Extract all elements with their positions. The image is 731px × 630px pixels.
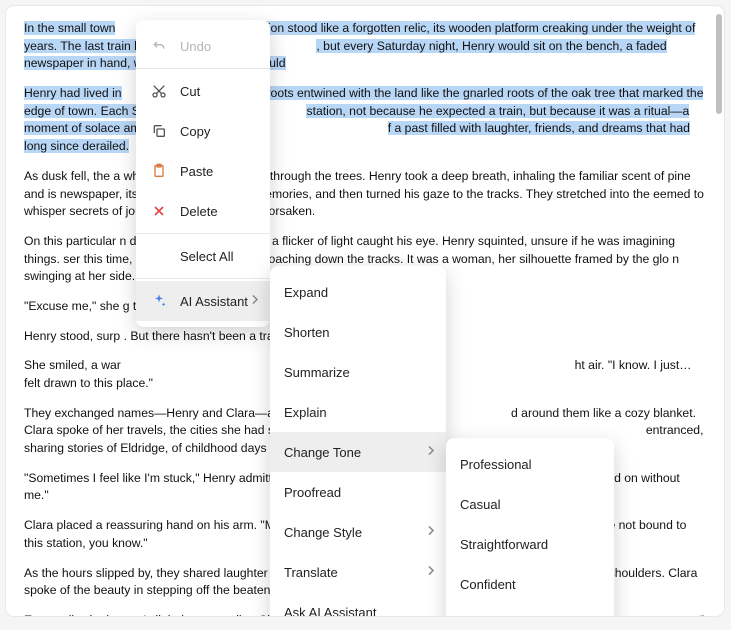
undo-item: Undo <box>136 26 270 66</box>
expand-item[interactable]: Expand <box>270 272 446 312</box>
shorten-item[interactable]: Shorten <box>270 312 446 352</box>
vertical-scrollbar[interactable] <box>716 14 722 114</box>
ai-assistant-label: AI Assistant <box>180 294 256 309</box>
copy-item[interactable]: Copy <box>136 111 270 151</box>
delete-label: Delete <box>180 204 256 219</box>
chevron-right-icon <box>426 526 436 539</box>
ai-assistant-item[interactable]: AI Assistant <box>136 281 270 321</box>
explain-item[interactable]: Explain <box>270 392 446 432</box>
context-menu: Undo Cut Copy Paste Delete <box>136 20 270 327</box>
change-tone-item[interactable]: Change Tone <box>270 432 446 472</box>
explain-label: Explain <box>284 405 432 420</box>
friendly-item[interactable]: Friendly <box>446 604 614 616</box>
straightforward-item[interactable]: Straightforward <box>446 524 614 564</box>
chevron-right-icon <box>426 446 436 459</box>
cut-item[interactable]: Cut <box>136 71 270 111</box>
undo-icon <box>150 37 168 55</box>
chevron-right-icon <box>250 295 260 308</box>
copy-icon <box>150 122 168 140</box>
summarize-label: Summarize <box>284 365 432 380</box>
ask-ai-item[interactable]: Ask AI Assistant <box>270 592 446 616</box>
ask-ai-label: Ask AI Assistant <box>284 605 432 617</box>
change-style-label: Change Style <box>284 525 432 540</box>
tone-submenu: Professional Casual Straightforward Conf… <box>446 438 614 616</box>
translate-item[interactable]: Translate <box>270 552 446 592</box>
paste-icon <box>150 162 168 180</box>
undo-label: Undo <box>180 39 256 54</box>
editor-container: In the small town tation stood like a fo… <box>6 6 724 616</box>
select-all-label: Select All <box>180 249 256 264</box>
professional-label: Professional <box>460 457 600 472</box>
summarize-item[interactable]: Summarize <box>270 352 446 392</box>
change-tone-label: Change Tone <box>284 445 432 460</box>
paste-item[interactable]: Paste <box>136 151 270 191</box>
menu-separator <box>136 233 270 234</box>
paste-label: Paste <box>180 164 256 179</box>
straightforward-label: Straightforward <box>460 537 600 552</box>
casual-item[interactable]: Casual <box>446 484 614 524</box>
blank-icon <box>150 247 168 265</box>
copy-label: Copy <box>180 124 256 139</box>
sparkle-icon <box>150 292 168 310</box>
proofread-item[interactable]: Proofread <box>270 472 446 512</box>
cut-label: Cut <box>180 84 256 99</box>
chevron-right-icon <box>426 566 436 579</box>
proofread-label: Proofread <box>284 485 432 500</box>
cut-icon <box>150 82 168 100</box>
confident-label: Confident <box>460 577 600 592</box>
translate-label: Translate <box>284 565 432 580</box>
delete-icon <box>150 202 168 220</box>
select-all-item[interactable]: Select All <box>136 236 270 276</box>
confident-item[interactable]: Confident <box>446 564 614 604</box>
menu-separator <box>136 278 270 279</box>
shorten-label: Shorten <box>284 325 432 340</box>
ai-submenu: Expand Shorten Summarize Explain Change … <box>270 266 446 616</box>
expand-label: Expand <box>284 285 432 300</box>
casual-label: Casual <box>460 497 600 512</box>
change-style-item[interactable]: Change Style <box>270 512 446 552</box>
delete-item[interactable]: Delete <box>136 191 270 231</box>
menu-separator <box>136 68 270 69</box>
selected-text: In the small town <box>24 21 115 35</box>
professional-item[interactable]: Professional <box>446 444 614 484</box>
